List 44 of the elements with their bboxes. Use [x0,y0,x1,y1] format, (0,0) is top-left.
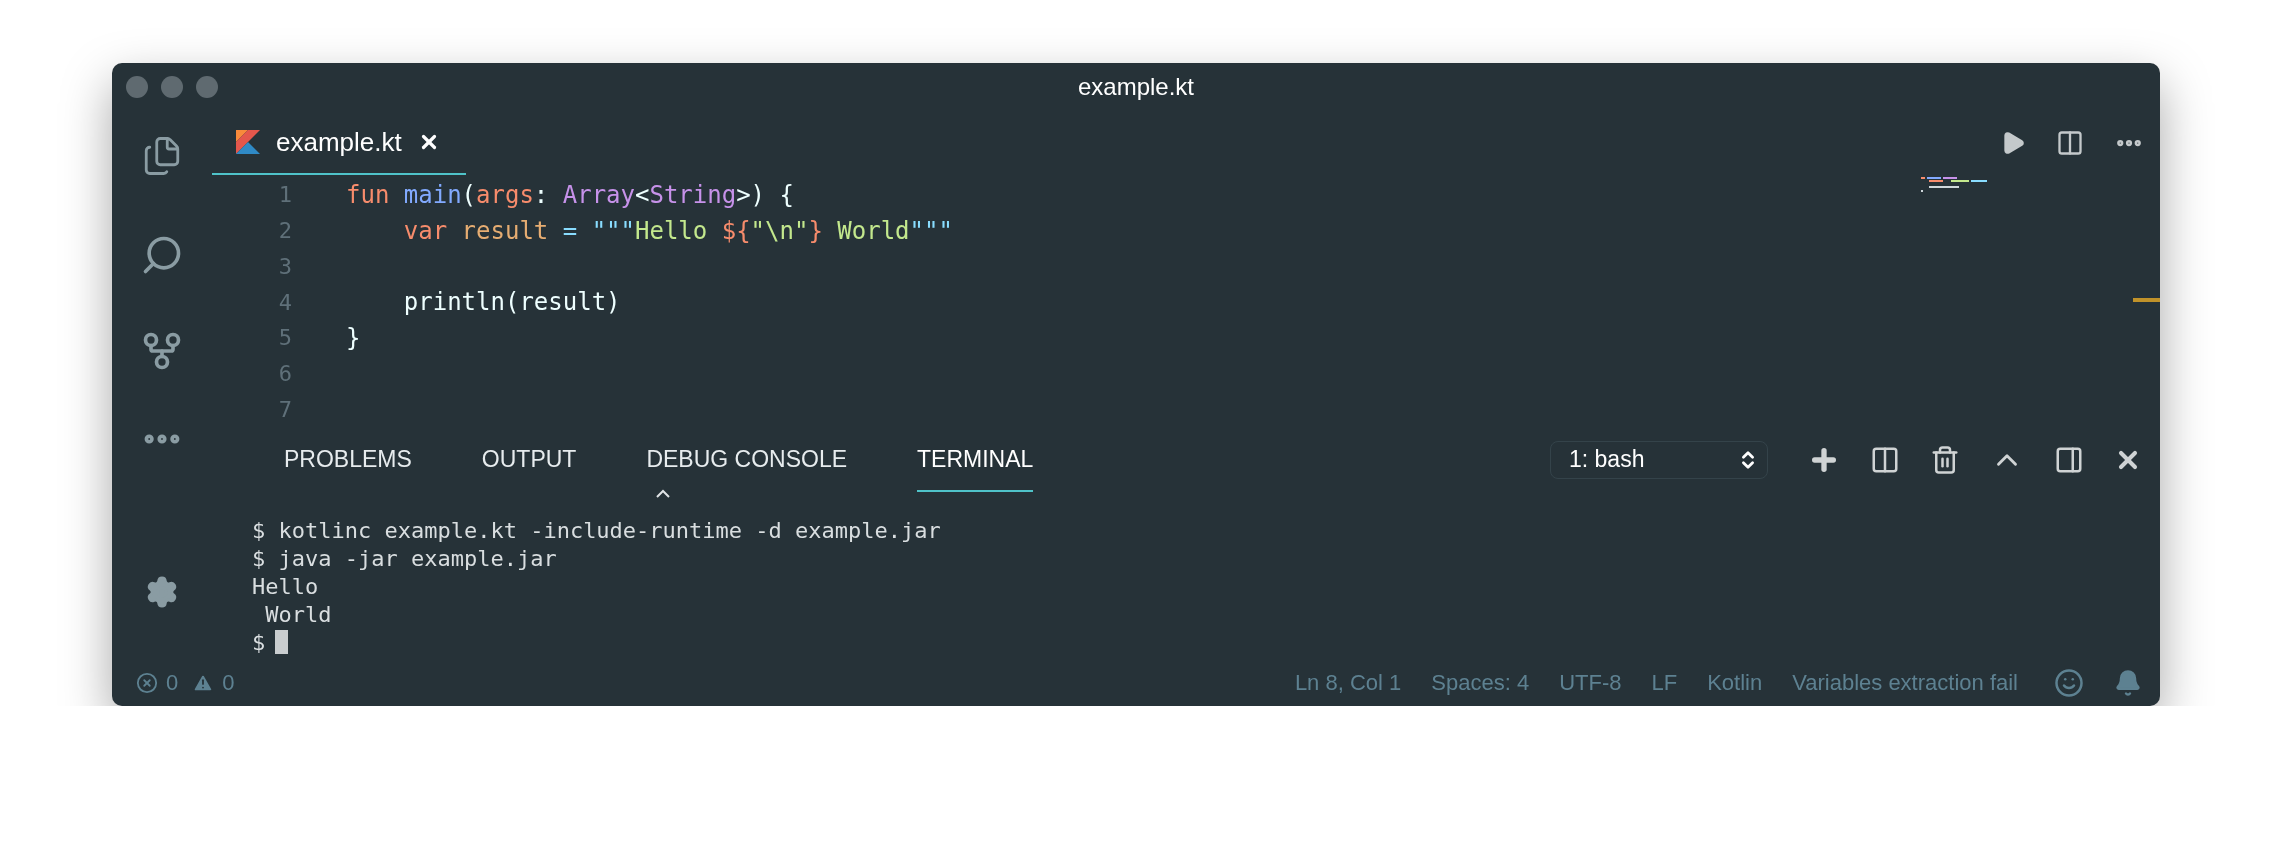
bell-icon[interactable] [2114,669,2142,697]
line-number: 7 [277,396,292,422]
caret-icon [656,489,670,498]
error-count[interactable]: 0 [166,670,179,696]
kotlin-logo-icon [236,130,260,154]
window-zoom-button[interactable] [196,76,218,98]
panel-tab[interactable]: TERMINAL [917,427,1034,492]
editor-tab[interactable]: example.kt [212,111,466,175]
status-item[interactable]: Spaces: 4 [1431,670,1530,696]
status-item[interactable]: Kotlin [1707,670,1763,696]
error-icon[interactable] [136,672,158,694]
trash-icon[interactable] [1930,444,1960,475]
terminal-line: $ java -jar example.jar [252,545,557,571]
split-editor-icon[interactable] [2056,129,2084,157]
code-line: println(result) [402,288,621,316]
terminal-line: $ kotlinc example.kt -include-runtime -d example.jar [252,517,941,543]
warning-icon[interactable] [192,672,215,694]
smiley-icon[interactable] [2054,668,2084,698]
window-close-button[interactable] [126,76,148,98]
panel-tab[interactable]: OUTPUT [481,427,577,492]
code-line: var result = """Hello ${"\n"} World""" [402,216,953,245]
line-number: 3 [277,253,292,279]
status-item[interactable]: Variables extraction fail [1792,670,2018,696]
terminal-line: Hello [252,573,319,599]
terminal-line: $ [252,629,266,655]
terminal-select[interactable]: 1: bash [1550,440,1768,479]
code-line: } [346,323,361,352]
overview-ruler-mark [2133,298,2160,302]
settings-icon[interactable] [145,575,179,609]
terminal-line: World [264,601,332,627]
code-line: fun main(args: Array<String>) { [346,180,794,209]
line-number: 2 [277,218,292,244]
panel-tab[interactable]: DEBUG CONSOLE [646,427,848,492]
line-number: 5 [277,325,292,351]
line-number: 6 [277,360,292,386]
warning-count[interactable]: 0 [222,670,235,696]
panel-tab[interactable]: PROBLEMS [284,427,412,492]
window-title: example.kt [1077,73,1195,101]
status-item[interactable]: UTF-8 [1559,670,1622,696]
status-item[interactable]: Ln 8, Col 1 [1294,670,1402,696]
status-item[interactable]: LF [1651,670,1678,696]
line-number: 1 [277,182,292,208]
line-number: 4 [277,289,292,315]
window-minimize-button[interactable] [161,76,183,98]
